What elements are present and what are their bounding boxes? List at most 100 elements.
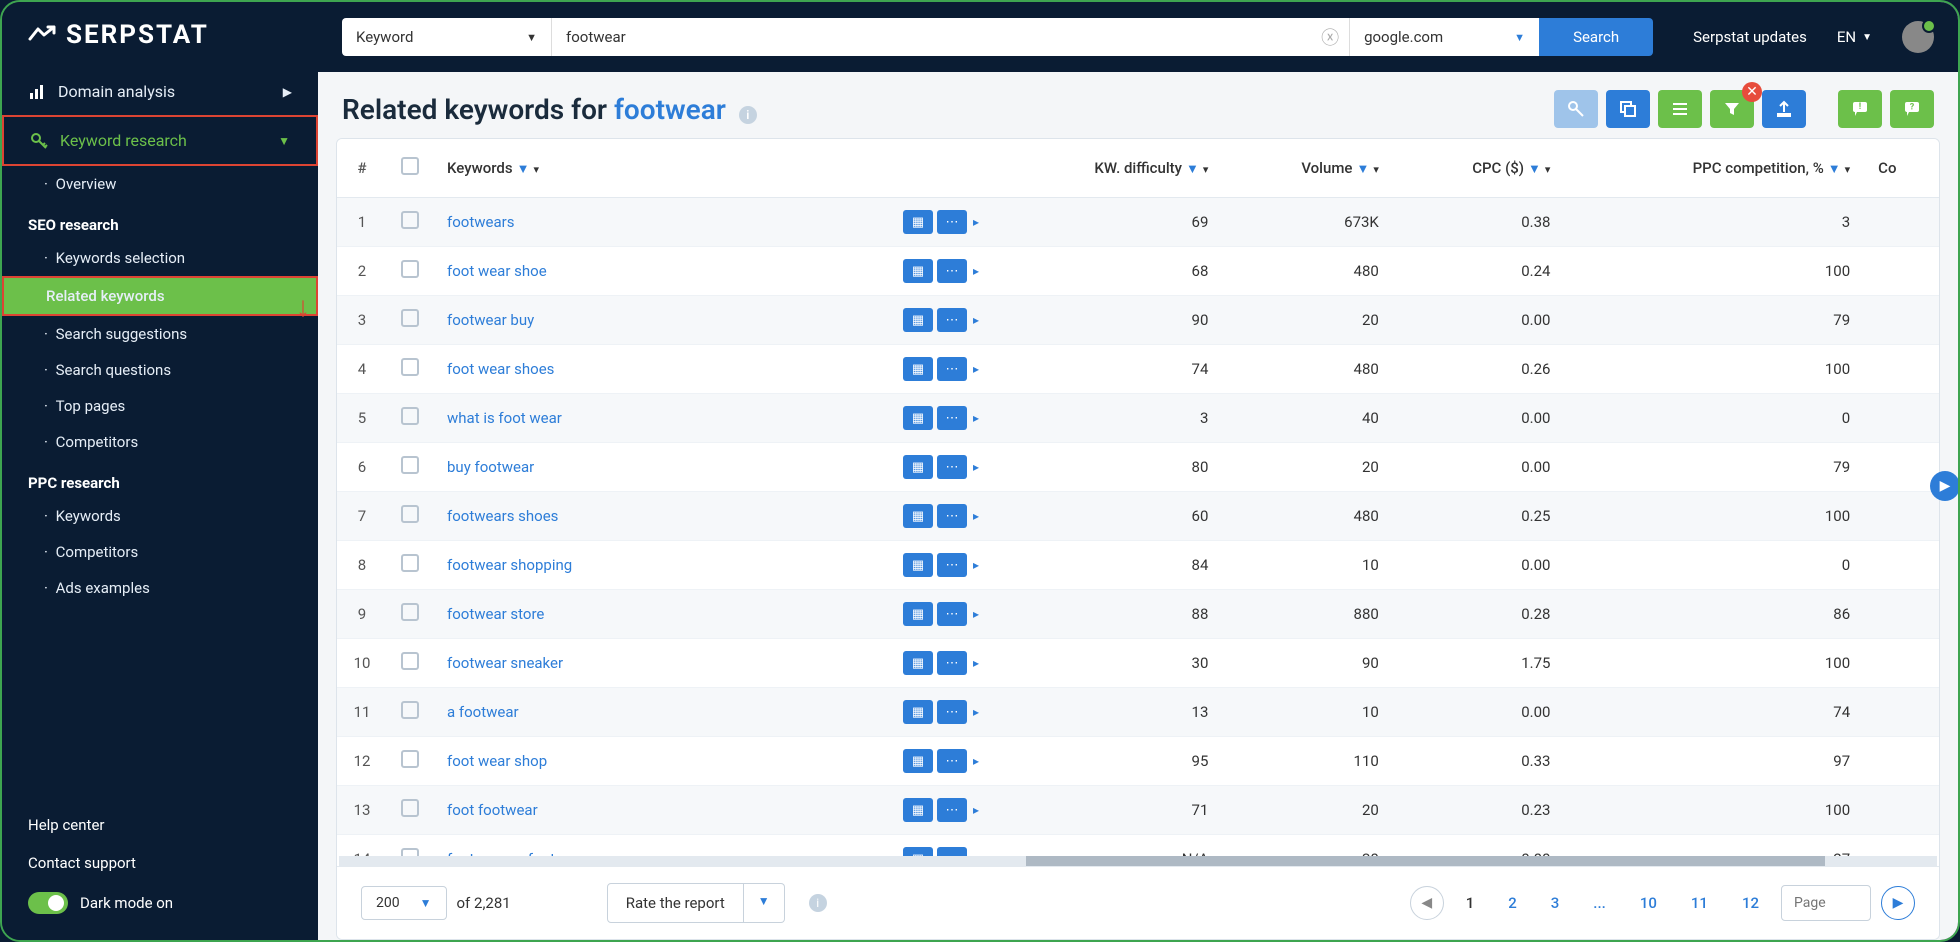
language-select[interactable]: EN ▼ [1837,28,1872,46]
serp-feature-icon[interactable]: ⋯ [937,357,967,381]
list-view-button[interactable] [1658,90,1702,128]
nav-ads-examples[interactable]: Ads examples [2,570,318,606]
info-icon[interactable]: i [739,106,757,124]
copy-button[interactable] [1606,90,1650,128]
expand-row-icon[interactable]: ▸ [973,656,979,670]
keyword-link[interactable]: footwear store [447,605,544,623]
serp-feature-icon[interactable]: ⋯ [937,504,967,528]
expand-row-icon[interactable]: ▸ [973,460,979,474]
nav-competitors-ppc[interactable]: Competitors [2,534,318,570]
export-button[interactable] [1762,90,1806,128]
contact-support-link[interactable]: Contact support [28,844,292,882]
serp-feature-icon[interactable]: ▦ [903,602,933,626]
page-number-button[interactable]: 3 [1539,886,1572,920]
row-checkbox[interactable] [401,603,419,621]
keyword-link[interactable]: foot footwear [447,801,538,819]
serp-feature-icon[interactable]: ⋯ [937,210,967,234]
serp-feature-icon[interactable]: ⋯ [937,406,967,430]
filter-button[interactable]: ✕ [1710,90,1754,128]
serp-feature-icon[interactable]: ▦ [903,210,933,234]
serp-feature-icon[interactable]: ⋯ [937,308,967,332]
help-button[interactable]: ? [1890,90,1934,128]
keyword-link[interactable]: a footwear [447,703,519,721]
keyword-link[interactable]: foot wear shoes [447,360,554,378]
nav-search-questions[interactable]: Search questions [2,352,318,388]
serpstat-updates-link[interactable]: Serpstat updates [1693,28,1807,46]
table-scroll[interactable]: # Keywords▼▾ KW. difficulty▼▾ Volume▼▾ C… [337,139,1939,856]
row-checkbox[interactable] [401,652,419,670]
serp-feature-icon[interactable]: ▦ [903,357,933,381]
close-filter-icon[interactable]: ✕ [1742,82,1762,102]
next-page-button[interactable]: ▶ [1881,886,1915,920]
serp-feature-icon[interactable]: ▦ [903,504,933,528]
search-input[interactable] [552,18,1321,56]
nav-competitors-seo[interactable]: Competitors [2,424,318,460]
page-number-button[interactable]: 12 [1730,886,1771,920]
serp-feature-icon[interactable]: ▦ [903,553,933,577]
feedback-button[interactable]: ! [1838,90,1882,128]
col-extra[interactable]: Co [1864,139,1939,198]
row-checkbox[interactable] [401,309,419,327]
serp-feature-icon[interactable]: ▦ [903,749,933,773]
serp-feature-icon[interactable]: ⋯ [937,798,967,822]
keyword-link[interactable]: footwears shoes [447,507,558,525]
keyword-link[interactable]: what is foot wear [447,409,562,427]
brand-logo[interactable]: SERPSTAT [2,2,318,68]
nav-overview[interactable]: Overview [2,166,318,202]
serp-feature-icon[interactable]: ⋯ [937,700,967,724]
row-checkbox[interactable] [401,848,419,856]
serp-feature-icon[interactable]: ⋯ [937,651,967,675]
serp-feature-icon[interactable]: ▦ [903,700,933,724]
row-checkbox[interactable] [401,505,419,523]
serp-feature-icon[interactable]: ⋯ [937,602,967,626]
expand-row-icon[interactable]: ▸ [973,313,979,327]
serp-feature-icon[interactable]: ▦ [903,651,933,675]
keyword-link[interactable]: foot wear shoe [447,262,547,280]
page-number-button[interactable]: 1 [1454,886,1487,920]
user-avatar[interactable] [1902,21,1934,53]
serp-feature-icon[interactable]: ⋯ [937,749,967,773]
scroll-right-button[interactable]: ▶ [1930,471,1960,501]
search-button[interactable]: Search [1539,18,1653,56]
expand-row-icon[interactable]: ▸ [973,607,979,621]
page-number-button[interactable]: 2 [1496,886,1529,920]
expand-row-icon[interactable]: ▸ [973,803,979,817]
serp-feature-icon[interactable]: ⋯ [937,553,967,577]
col-keywords[interactable]: Keywords▼▾ [433,139,993,198]
keyword-link[interactable]: buy footwear [447,458,534,476]
serp-feature-icon[interactable]: ⋯ [937,847,967,856]
api-key-button[interactable] [1554,90,1598,128]
expand-row-icon[interactable]: ▸ [973,754,979,768]
info-icon[interactable]: i [809,894,827,912]
row-checkbox[interactable] [401,358,419,376]
col-difficulty[interactable]: KW. difficulty▼▾ [993,139,1222,198]
row-checkbox[interactable] [401,407,419,425]
search-type-select[interactable]: Keyword ▼ [342,18,552,56]
serp-feature-icon[interactable]: ▦ [903,406,933,430]
row-checkbox[interactable] [401,211,419,229]
horizontal-scrollbar[interactable] [339,856,1937,866]
serp-feature-icon[interactable]: ▦ [903,798,933,822]
nav-domain-analysis[interactable]: Domain analysis ▶ [2,68,318,115]
keyword-link[interactable]: foot wear shop [447,752,547,770]
expand-row-icon[interactable]: ▸ [973,705,979,719]
serp-feature-icon[interactable]: ▦ [903,259,933,283]
dark-mode-toggle[interactable] [28,892,68,914]
col-cpc[interactable]: CPC ($)▼▾ [1393,139,1565,198]
page-number-button[interactable]: 11 [1679,886,1720,920]
page-input[interactable] [1781,885,1871,921]
col-volume[interactable]: Volume▼▾ [1222,139,1392,198]
row-checkbox[interactable] [401,750,419,768]
page-size-select[interactable]: 200 ▼ [361,886,447,920]
serp-feature-icon[interactable]: ⋯ [937,259,967,283]
expand-row-icon[interactable]: ▸ [973,264,979,278]
expand-row-icon[interactable]: ▸ [973,558,979,572]
serp-feature-icon[interactable]: ▦ [903,847,933,856]
search-engine-select[interactable]: google.com ▼ [1349,18,1539,56]
serp-feature-icon[interactable]: ▦ [903,455,933,479]
row-checkbox[interactable] [401,799,419,817]
expand-row-icon[interactable]: ▸ [973,509,979,523]
help-center-link[interactable]: Help center [28,806,292,844]
select-all-checkbox[interactable] [401,157,419,175]
rate-report-button[interactable]: Rate the report [607,883,744,923]
